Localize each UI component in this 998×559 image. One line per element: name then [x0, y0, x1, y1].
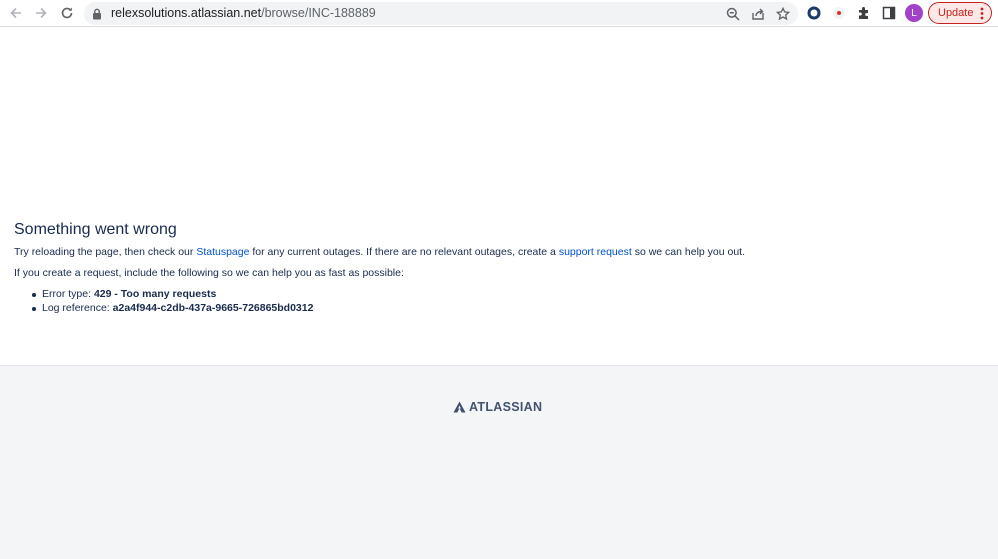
url-text: relexsolutions.atlassian.net/browse/INC-… [111, 6, 376, 20]
error-details-list: Error type: 429 - Too many requests Log … [31, 288, 314, 316]
instructions-text-b: for any current outages. If there are no… [249, 246, 559, 258]
support-request-link[interactable]: support request [559, 246, 632, 258]
url-host: relexsolutions.atlassian.net [111, 6, 262, 20]
error-type-label: Error type: [42, 288, 94, 300]
statuspage-link[interactable]: Statuspage [196, 246, 249, 258]
back-icon[interactable] [6, 3, 26, 23]
lock-icon[interactable] [92, 7, 102, 25]
update-button[interactable]: Update [928, 2, 992, 24]
puzzle-icon[interactable] [854, 3, 874, 23]
side-panel-icon[interactable] [879, 3, 899, 23]
atlassian-logo-icon [453, 401, 466, 413]
error-type-value: 429 - Too many requests [93, 288, 217, 300]
list-item: Log reference: a2a4f944-c2db-437a-9665-7… [31, 302, 314, 316]
error-title: Something went wrong [14, 221, 177, 238]
zoom-icon[interactable] [724, 5, 742, 23]
footer: ATLASSIAN [0, 365, 998, 559]
url-path: /browse/INC-188889 [261, 6, 376, 20]
address-bar[interactable]: relexsolutions.atlassian.net/browse/INC-… [84, 2, 798, 25]
instructions-text-c: so we can help you out. [631, 246, 746, 258]
list-item: Error type: 429 - Too many requests [31, 288, 313, 302]
error-instructions: Try reloading the page, then check our S… [14, 246, 745, 258]
instructions-text-a: Try reloading the page, then check our [14, 246, 197, 258]
extension-circle-icon[interactable] [804, 3, 824, 23]
request-instructions: If you create a request, include the fol… [14, 267, 404, 279]
share-icon[interactable] [749, 5, 767, 23]
forward-icon[interactable] [31, 3, 51, 23]
update-label: Update [938, 7, 974, 19]
log-reference-value: a2a4f944-c2db-437a-9665-726865bd0312 [112, 302, 314, 314]
atlassian-logo[interactable]: ATLASSIAN [453, 400, 542, 414]
more-icon[interactable] [980, 7, 984, 23]
browser-toolbar: relexsolutions.atlassian.net/browse/INC-… [0, 0, 998, 27]
star-icon[interactable] [774, 5, 792, 23]
log-reference-label: Log reference: [42, 302, 113, 314]
reload-icon[interactable] [57, 3, 77, 23]
atlassian-brand: ATLASSIAN [469, 400, 543, 414]
profile-avatar[interactable]: L [905, 4, 923, 22]
extension-dot-icon[interactable] [829, 3, 849, 23]
